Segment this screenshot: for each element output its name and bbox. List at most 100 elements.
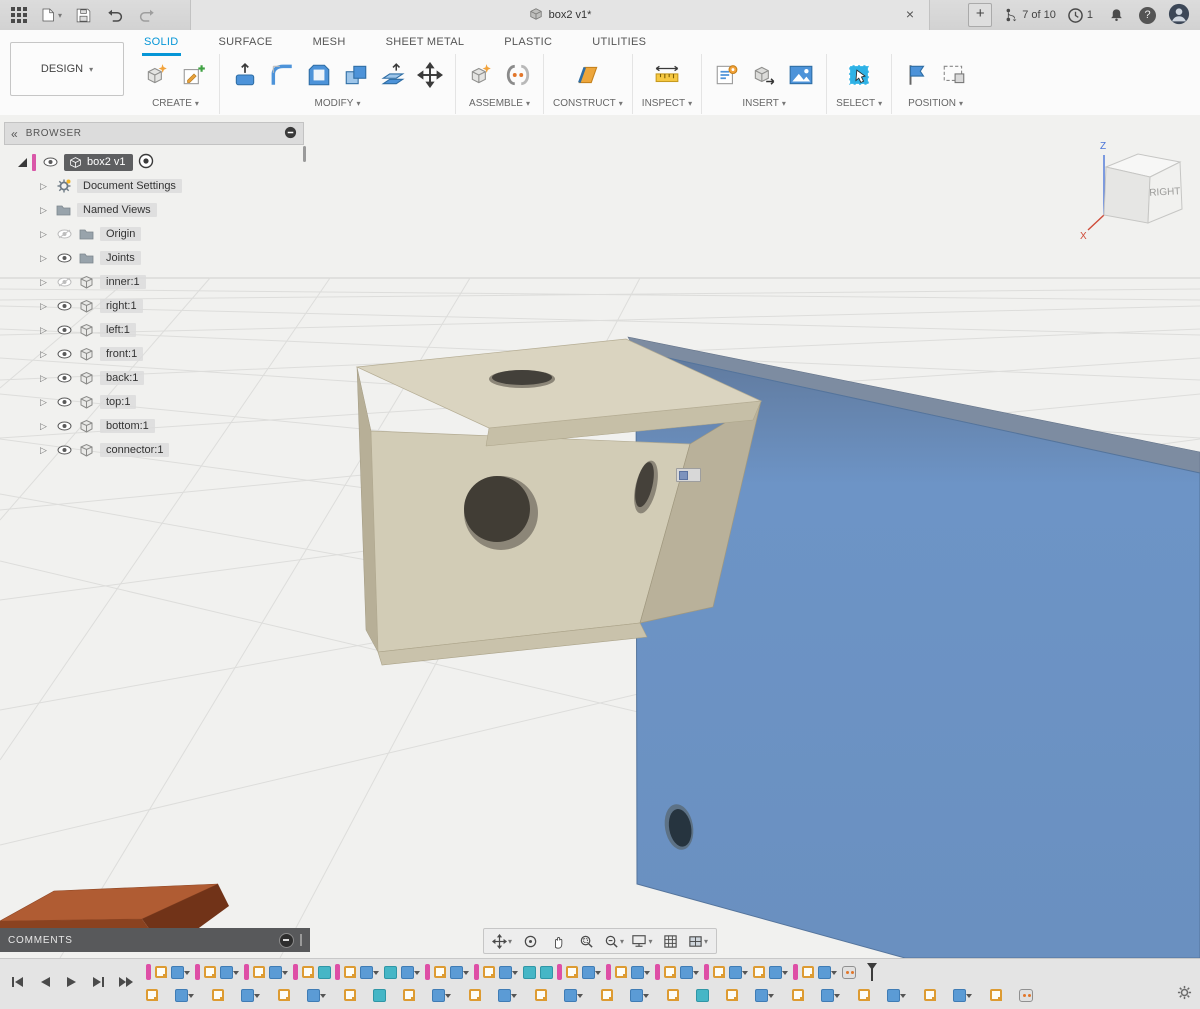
collapse-panel-icon[interactable]: «: [11, 127, 18, 141]
timeline-feature-sketch-icon[interactable]: [802, 966, 814, 978]
fillet-button[interactable]: [266, 58, 298, 92]
expand-icon[interactable]: ▷: [40, 181, 50, 192]
timeline-playhead[interactable]: [866, 962, 878, 982]
timeline-feature-joint-icon[interactable]: [1019, 989, 1033, 1002]
browser-item-left-1[interactable]: ▷left:1: [4, 318, 304, 342]
construct-plane-button[interactable]: [572, 58, 604, 92]
visibility-eye-icon[interactable]: [55, 373, 73, 383]
zoom-window-icon[interactable]: [574, 931, 598, 951]
group-label-create[interactable]: CREATE▾: [152, 98, 199, 109]
timeline-feature-cyan-icon[interactable]: [696, 989, 709, 1002]
expand-icon[interactable]: ▷: [40, 421, 50, 432]
workspace-selector[interactable]: DESIGN▾: [10, 42, 124, 96]
expand-icon[interactable]: ▷: [40, 229, 50, 240]
visibility-eye-icon[interactable]: [55, 253, 73, 263]
visibility-eye-icon[interactable]: [55, 445, 73, 455]
timeline-feature-sketch-icon[interactable]: [469, 989, 481, 1001]
viewcube-left-face[interactable]: [1104, 167, 1150, 223]
timeline-feature-box-icon[interactable]: [241, 989, 254, 1002]
group-label-construct[interactable]: CONSTRUCT▾: [553, 98, 623, 109]
assemble-new-component-button[interactable]: [465, 58, 497, 92]
browser-item-named-views[interactable]: ▷Named Views: [4, 198, 304, 222]
timeline-feature-marker-icon[interactable]: [335, 964, 340, 980]
visibility-eye-icon[interactable]: [55, 397, 73, 407]
group-label-inspect[interactable]: INSPECT▾: [642, 98, 692, 109]
timeline-feature-box-icon[interactable]: [171, 966, 184, 979]
timeline-feature-sketch-icon[interactable]: [713, 966, 725, 978]
timeline-feature-sketch-icon[interactable]: [403, 989, 415, 1001]
browser-item-bottom-1[interactable]: ▷bottom:1: [4, 414, 304, 438]
browser-item-origin[interactable]: ▷Origin: [4, 222, 304, 246]
expand-icon[interactable]: ▷: [40, 277, 50, 288]
timeline-feature-sketch-icon[interactable]: [858, 989, 870, 1001]
help-icon[interactable]: ?: [1139, 7, 1156, 24]
timeline-feature-sketch-icon[interactable]: [434, 966, 446, 978]
document-tab[interactable]: box2 v1* ×: [190, 0, 930, 30]
timeline-feature-box-icon[interactable]: [821, 989, 834, 1002]
timeline-feature-sketch-icon[interactable]: [664, 966, 676, 978]
browser-minimize-icon[interactable]: [284, 126, 297, 142]
tab-sheet-metal[interactable]: SHEET METAL: [384, 34, 467, 56]
comments-expand-icon[interactable]: [279, 933, 294, 948]
file-menu-icon[interactable]: ▾: [40, 4, 62, 26]
timeline-feature-box-icon[interactable]: [680, 966, 693, 979]
visibility-eye-icon[interactable]: [55, 325, 73, 335]
timeline-feature-cyan-icon[interactable]: [318, 966, 331, 979]
display-settings-icon[interactable]: ▾: [630, 931, 654, 951]
timeline-feature-sketch-icon[interactable]: [212, 989, 224, 1001]
zoom-icon[interactable]: ▾: [602, 931, 626, 951]
browser-item-right-1[interactable]: ▷right:1: [4, 294, 304, 318]
timeline-feature-box-icon[interactable]: [630, 989, 643, 1002]
browser-item-back-1[interactable]: ▷back:1: [4, 366, 304, 390]
timeline-feature-marker-icon[interactable]: [474, 964, 479, 980]
timeline-feature-sketch-icon[interactable]: [566, 966, 578, 978]
group-label-modify[interactable]: MODIFY▾: [315, 98, 361, 109]
notifications-bell-icon[interactable]: [1105, 4, 1127, 26]
timeline-feature-marker-icon[interactable]: [704, 964, 709, 980]
tab-solid[interactable]: SOLID: [142, 34, 181, 56]
timeline-feature-box-icon[interactable]: [269, 966, 282, 979]
timeline-feature-sketch-icon[interactable]: [753, 966, 765, 978]
timeline-feature-box-icon[interactable]: [401, 966, 414, 979]
step-forward-button[interactable]: [89, 972, 109, 992]
timeline-feature-box-icon[interactable]: [755, 989, 768, 1002]
timeline-feature-sketch-icon[interactable]: [792, 989, 804, 1001]
grid-display-icon[interactable]: [658, 931, 682, 951]
timeline-feature-marker-icon[interactable]: [793, 964, 798, 980]
browser-scrollbar[interactable]: [303, 146, 306, 162]
avatar[interactable]: [1168, 3, 1190, 28]
timeline-feature-marker-icon[interactable]: [425, 964, 430, 980]
step-back-button[interactable]: [35, 972, 55, 992]
timeline-feature-box-icon[interactable]: [818, 966, 831, 979]
browser-item-connector-1[interactable]: ▷connector:1: [4, 438, 304, 462]
browser-item-front-1[interactable]: ▷front:1: [4, 342, 304, 366]
undo-icon[interactable]: [104, 4, 126, 26]
timeline-feature-box-icon[interactable]: [582, 966, 595, 979]
tab-surface[interactable]: SURFACE: [217, 34, 275, 56]
visibility-eye-icon[interactable]: [55, 301, 73, 311]
timeline-feature-box-icon[interactable]: [769, 966, 782, 979]
insert-derive-button[interactable]: [748, 58, 780, 92]
timeline-feature-sketch-icon[interactable]: [344, 966, 356, 978]
combine-button[interactable]: [340, 58, 372, 92]
timeline-feature-box-icon[interactable]: [175, 989, 188, 1002]
timeline-feature-sketch-icon[interactable]: [204, 966, 216, 978]
collapse-tree-icon[interactable]: [18, 158, 27, 167]
browser-item-joints[interactable]: ▷Joints: [4, 246, 304, 270]
root-component-chip[interactable]: box2 v1: [64, 154, 133, 171]
timeline-feature-box-icon[interactable]: [432, 989, 445, 1002]
timeline-feature-box-icon[interactable]: [450, 966, 463, 979]
timeline-feature-cyan-icon[interactable]: [384, 966, 397, 979]
timeline-feature-marker-icon[interactable]: [293, 964, 298, 980]
view-cube[interactable]: RIGHT Z X: [1072, 133, 1197, 245]
new-component-button[interactable]: [141, 58, 173, 92]
select-button[interactable]: [843, 58, 875, 92]
timeline-feature-sketch-icon[interactable]: [155, 966, 167, 978]
timeline-feature-box-icon[interactable]: [953, 989, 966, 1002]
browser-item-top-1[interactable]: ▷top:1: [4, 390, 304, 414]
group-label-position[interactable]: POSITION▾: [908, 98, 963, 109]
offset-face-button[interactable]: [377, 58, 409, 92]
shell-button[interactable]: [303, 58, 335, 92]
timeline-feature-cyan-icon[interactable]: [540, 966, 553, 979]
measure-button[interactable]: [651, 58, 683, 92]
